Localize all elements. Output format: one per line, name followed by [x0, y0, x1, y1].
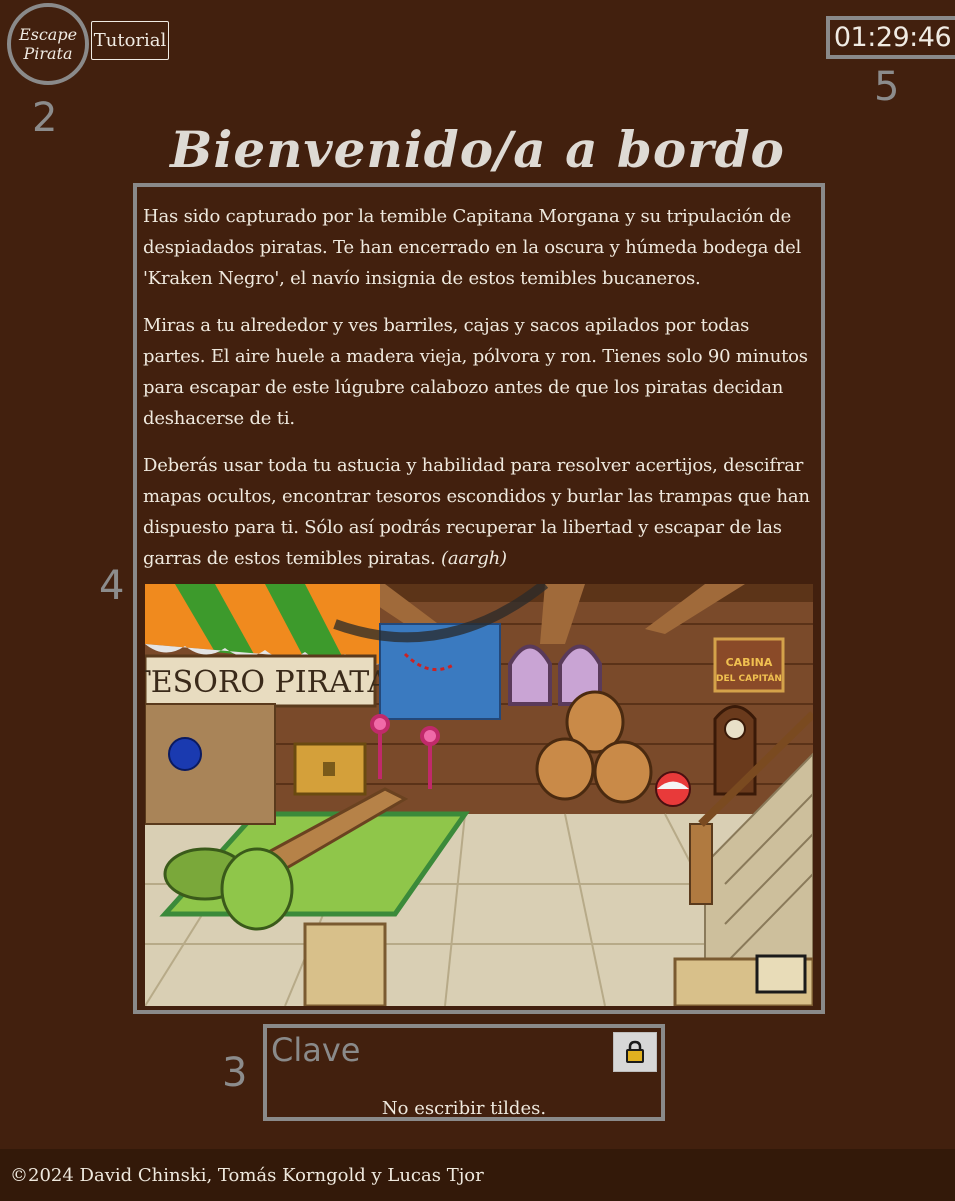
- password-box: No escribir tildes.: [263, 1024, 665, 1121]
- shop-sign-text: TESORO PIRATA: [145, 665, 390, 700]
- intro-paragraph-2: Miras a tu alrededor y ves barriles, caj…: [143, 315, 808, 429]
- page-title: Bienvenido/a a bordo: [170, 120, 785, 179]
- intro-paragraph-3: Deberás usar toda tu astucia y habilidad…: [143, 450, 815, 574]
- ship-hold-scene[interactable]: TESORO PIRATA CABINA DEL CAPITÁN: [145, 584, 813, 1006]
- logo-line2: Pirata: [23, 44, 73, 63]
- cabin-sign-line2: DEL CAPITÁN: [716, 672, 782, 684]
- map-scroll-icon[interactable]: [755, 954, 807, 994]
- marker-5: 5: [874, 64, 900, 110]
- countdown-timer: 01:29:46: [826, 16, 955, 59]
- marker-3: 3: [222, 1050, 248, 1096]
- footer-credits: ©2024 David Chinski, Tomás Korngold y Lu…: [0, 1149, 955, 1201]
- escape-pirata-logo[interactable]: Escape Pirata: [7, 3, 89, 85]
- logo-line1: Escape: [18, 25, 78, 44]
- aargh-text: (aargh): [441, 548, 507, 569]
- tutorial-button[interactable]: Tutorial: [91, 21, 169, 60]
- password-hint: No escribir tildes.: [381, 1098, 547, 1119]
- password-input[interactable]: [271, 1030, 611, 1070]
- marker-4: 4: [99, 563, 125, 609]
- ship-hold-illustration: TESORO PIRATA CABINA DEL CAPITÁN: [145, 584, 813, 1006]
- unlock-button[interactable]: [613, 1032, 657, 1072]
- story-panel: Has sido capturado por la temible Capita…: [133, 183, 825, 1014]
- intro-paragraph-1: Has sido capturado por la temible Capita…: [143, 206, 802, 289]
- lock-icon: [626, 1040, 644, 1063]
- cabin-sign-line1: CABINA: [726, 656, 773, 669]
